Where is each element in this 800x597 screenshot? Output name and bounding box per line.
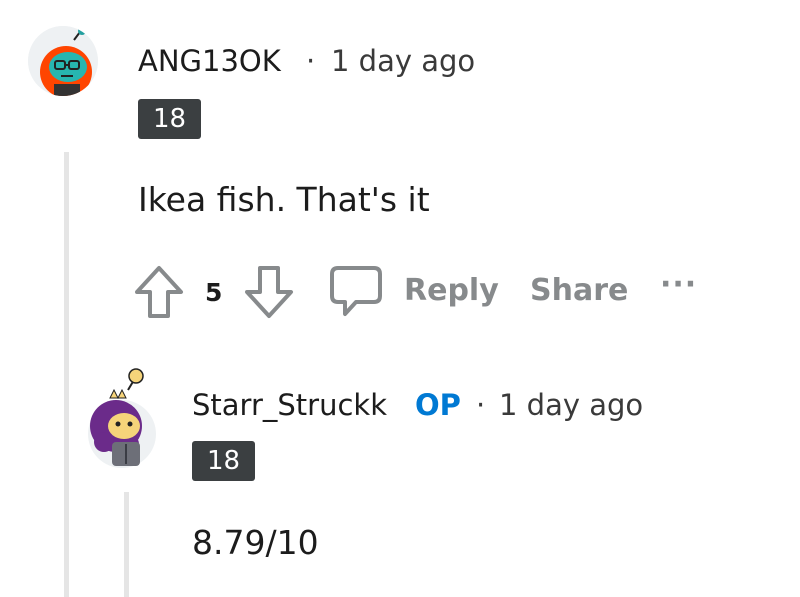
upvote-icon[interactable] [133, 264, 185, 320]
comment-username[interactable]: ANG13OK [138, 47, 281, 76]
more-options-button[interactable]: ··· [660, 270, 697, 300]
comment-timestamp[interactable]: 1 day ago [331, 47, 475, 76]
meta-separator: · [306, 44, 316, 78]
snoo-avatar-icon [28, 26, 98, 96]
user-flair-badge: 18 [138, 99, 201, 139]
share-button[interactable]: Share [530, 276, 628, 306]
reply-button[interactable]: Reply [404, 276, 499, 306]
comment-body: Ikea fish. That's it [138, 180, 430, 219]
snoo-avatar-icon [88, 368, 156, 468]
thread-line-reply[interactable] [124, 492, 129, 597]
avatar[interactable] [28, 26, 98, 96]
comment-body: 8.79/10 [192, 523, 319, 562]
avatar[interactable] [86, 366, 158, 470]
op-badge: OP [415, 388, 461, 422]
comment-bubble-icon[interactable] [330, 264, 382, 320]
user-flair-badge: 18 [192, 441, 255, 481]
downvote-icon[interactable] [243, 264, 295, 320]
comment-username[interactable]: Starr_Struckk [192, 391, 387, 420]
meta-separator: · [476, 388, 486, 422]
thread-line-root[interactable] [64, 152, 69, 597]
comment-timestamp[interactable]: 1 day ago [499, 391, 643, 420]
vote-count: 5 [205, 278, 223, 307]
